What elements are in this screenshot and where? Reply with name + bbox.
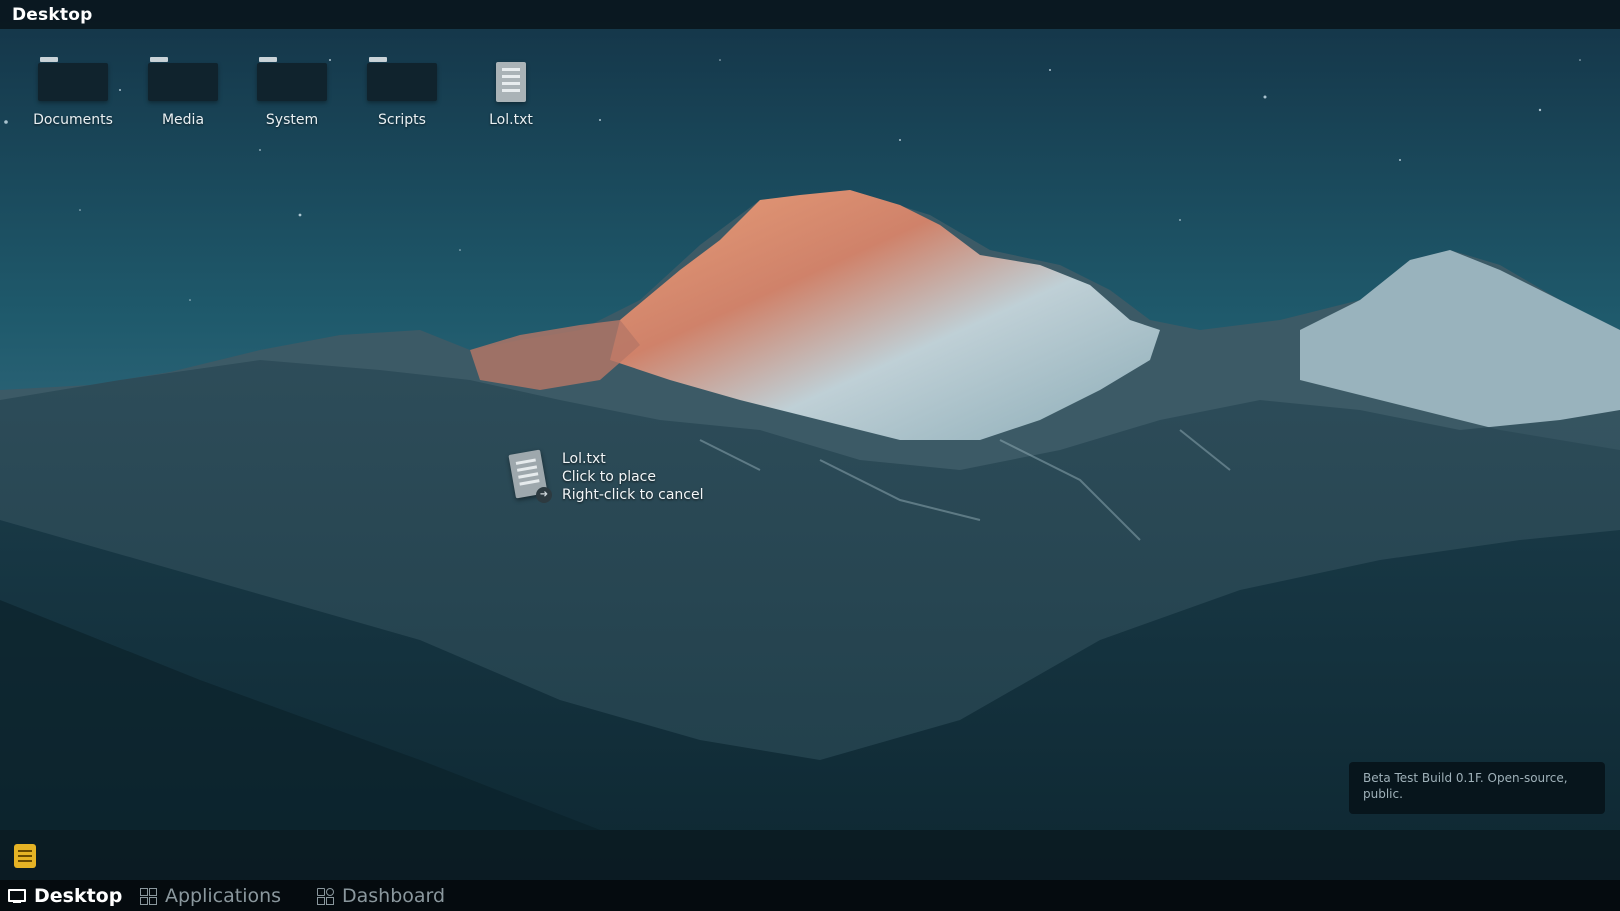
taskbar-item-label: Dashboard bbox=[342, 885, 446, 907]
desktop-icon-lol-txt[interactable]: Lol.txt bbox=[461, 55, 561, 135]
desktop-icon-scripts[interactable]: Scripts bbox=[352, 55, 452, 135]
drag-tooltip-place-hint: Click to place bbox=[562, 469, 656, 485]
tray-bar bbox=[0, 830, 1620, 880]
dashboard-icon bbox=[317, 887, 334, 905]
move-arrow-icon: ➜ bbox=[536, 487, 552, 503]
folder-icon bbox=[38, 55, 108, 101]
desktop-icon-label: System bbox=[265, 112, 319, 128]
taskbar-item-dashboard[interactable]: Dashboard bbox=[317, 884, 445, 908]
taskbar-item-label: Applications bbox=[165, 885, 282, 907]
taskbar: Desktop Applications Dashboard bbox=[0, 880, 1620, 911]
drag-ghost[interactable]: ➜ bbox=[508, 449, 552, 504]
drag-tooltip: Lol.txt Click to place Right-click to ca… bbox=[562, 450, 704, 504]
drag-tooltip-filename: Lol.txt bbox=[562, 451, 606, 467]
drag-tooltip-cancel-hint: Right-click to cancel bbox=[562, 487, 704, 503]
monitor-icon bbox=[8, 889, 26, 903]
text-file-icon bbox=[496, 62, 526, 102]
build-info-note: Beta Test Build 0.1F. Open-source, publi… bbox=[1349, 762, 1605, 814]
folder-icon bbox=[148, 55, 218, 101]
taskbar-item-desktop[interactable]: Desktop bbox=[8, 884, 122, 908]
desktop-icon-label: Lol.txt bbox=[489, 112, 533, 128]
desktop-icon-label: Media bbox=[161, 112, 205, 128]
top-bar: Desktop bbox=[0, 0, 1620, 29]
grid-icon bbox=[140, 887, 157, 905]
notes-icon[interactable] bbox=[14, 844, 36, 868]
window-title: Desktop bbox=[12, 5, 93, 25]
desktop-icon-label: Documents bbox=[33, 112, 113, 128]
folder-icon bbox=[257, 55, 327, 101]
desktop-icon-system[interactable]: System bbox=[242, 55, 342, 135]
folder-icon bbox=[367, 55, 437, 101]
taskbar-item-label: Desktop bbox=[34, 885, 123, 907]
desktop-icon-documents[interactable]: Documents bbox=[23, 55, 123, 135]
desktop-icon-media[interactable]: Media bbox=[133, 55, 233, 135]
desktop-icon-label: Scripts bbox=[378, 112, 426, 128]
taskbar-item-applications[interactable]: Applications bbox=[140, 884, 281, 908]
